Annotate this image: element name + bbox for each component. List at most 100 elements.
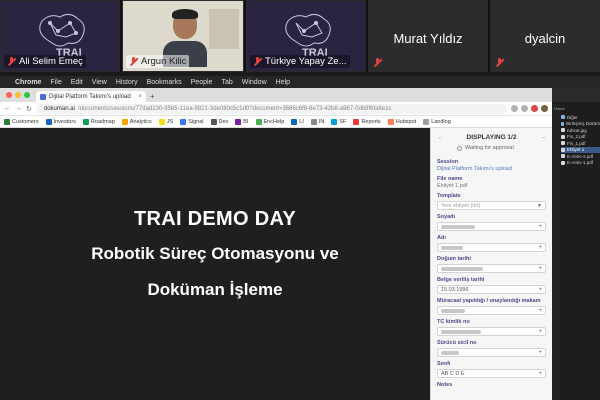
bookmark-item[interactable]: Landlog <box>423 118 451 125</box>
finder-window: Home Diğer Birleşmiş Doküm ruhsat.jpg Fis_2… <box>552 88 600 400</box>
participant-name: Ali Selim Emeç <box>19 56 83 67</box>
background-shelf <box>209 9 239 49</box>
menu-history[interactable]: History <box>116 79 138 86</box>
participant-name: dyalcin <box>524 31 566 46</box>
participant-tile[interactable]: Argun Kilic <box>122 0 244 72</box>
tab-title: Dijital Platform Takımı's upload <box>49 93 131 100</box>
presentation-slide: TRAI DEMO DAY Robotik Süreç Otomasyonu v… <box>0 128 430 400</box>
field-label: TC kimlik no <box>437 319 470 325</box>
bookmark-item[interactable]: JS <box>158 118 173 125</box>
tab-close-icon[interactable]: × <box>138 94 142 100</box>
menu-file[interactable]: File <box>50 79 61 86</box>
url-path: /documents/sessions/77dad230-95b5-11ea-9… <box>77 105 392 112</box>
bookmark-item[interactable]: Reports <box>353 118 381 125</box>
session-value[interactable]: Dijital Platform Takımı's upload <box>437 166 546 172</box>
forward-icon[interactable]: → <box>15 105 22 112</box>
bookmark-item[interactable]: Roadmap <box>82 118 115 125</box>
address-bar[interactable]: dokuman.ai/documents/sessions/77dad230-9… <box>35 103 507 114</box>
menu-app-name[interactable]: Chrome <box>15 79 41 86</box>
bookmark-item[interactable]: BI <box>235 118 249 125</box>
window-zoom-button[interactable] <box>24 92 30 98</box>
form-field: Sınıfı AB C D E + <box>431 359 552 380</box>
plus-icon[interactable]: + <box>538 350 542 356</box>
participant-tile[interactable]: dyalcin <box>490 0 600 72</box>
bookmark-item[interactable]: Dev <box>210 118 228 125</box>
participant-tile[interactable]: TRAI Ali Selim Emeç <box>0 0 120 72</box>
file-icon <box>561 160 565 165</box>
bookmark-item[interactable]: Signal <box>180 118 204 125</box>
browser-tab[interactable]: Dijital Platform Takımı's upload × <box>36 91 146 102</box>
approval-status: Waiting for approval <box>431 145 552 157</box>
field-value: AB C D E <box>441 370 465 377</box>
menu-people[interactable]: People <box>191 79 213 86</box>
field-input[interactable]: + <box>437 243 546 252</box>
participant-name: Argun Kilic <box>141 56 187 67</box>
template-select[interactable]: Yeni ehliyet (ön) ▼ <box>437 201 546 210</box>
bookmark-item[interactable]: LI <box>291 118 304 125</box>
file-icon <box>561 154 565 159</box>
window-close-button[interactable] <box>6 92 12 98</box>
menu-view[interactable]: View <box>92 79 107 86</box>
field-value: 15.03.1996 <box>441 286 469 293</box>
field-input[interactable]: + <box>437 327 546 336</box>
field-input[interactable]: + <box>437 222 546 231</box>
window-minimize-button[interactable] <box>15 92 21 98</box>
folder-icon <box>561 115 565 120</box>
bookmark-item[interactable]: Customers <box>4 118 39 125</box>
field-label: Sürücü sicil no <box>437 340 477 346</box>
form-field: Soyadı + <box>431 212 552 233</box>
field-label: Belge veriliş tarihi <box>437 277 485 283</box>
bookmark-item[interactable]: Analytics <box>121 118 152 125</box>
bookmark-item[interactable]: SF <box>331 118 346 125</box>
menu-bookmarks[interactable]: Bookmarks <box>147 79 182 86</box>
plus-icon[interactable]: + <box>538 266 542 272</box>
menu-window[interactable]: Window <box>242 79 267 86</box>
field-input[interactable]: + <box>437 348 546 357</box>
field-input[interactable]: + <box>437 306 546 315</box>
browser-toolbar: ← → ↻ dokuman.ai/documents/sessions/77da… <box>0 102 552 116</box>
participant-tile[interactable]: TRAI Türkiye Yapay Ze... <box>246 0 366 72</box>
menu-tab[interactable]: Tab <box>221 79 232 86</box>
extension-icon[interactable] <box>511 105 518 112</box>
field-input[interactable]: AB C D E + <box>437 369 546 378</box>
plus-icon[interactable]: + <box>538 371 542 377</box>
redacted-value <box>441 224 475 229</box>
bookmark-favicon-icon <box>158 118 165 125</box>
finder-file-item[interactable]: Birleşmiş Doküm <box>561 121 600 128</box>
next-document-icon[interactable]: → <box>539 134 546 141</box>
plus-icon[interactable]: + <box>538 287 542 293</box>
bookmark-item[interactable]: Hubspot <box>387 118 416 125</box>
extracted-fields: Soyadı + Adı + Doğum tarihi + Belge veriliş ta… <box>431 212 552 380</box>
file-icon <box>561 128 565 133</box>
bookmark-favicon-icon <box>331 118 338 125</box>
participant-name: Murat Yıldız <box>393 31 463 46</box>
bookmark-favicon-icon <box>121 118 128 125</box>
bookmark-item[interactable]: EncHelp <box>255 118 284 125</box>
new-tab-icon[interactable]: + <box>150 92 155 101</box>
muted-mic-icon <box>129 57 138 66</box>
muted-mic-icon <box>373 58 382 67</box>
extension-icon[interactable] <box>521 105 528 112</box>
plus-icon[interactable]: + <box>538 329 542 335</box>
profile-avatar[interactable] <box>541 105 548 112</box>
displaying-counter: DISPLAYING 1/2 <box>466 134 517 141</box>
form-field: Sürücü sicil no + <box>431 338 552 359</box>
plus-icon[interactable]: + <box>538 245 542 251</box>
finder-file-item[interactable]: E-Arsiv-1.pdf <box>561 160 600 167</box>
prev-document-icon[interactable]: ← <box>437 134 444 141</box>
document-review-panel: ← DISPLAYING 1/2 → Waiting for approval … <box>430 128 552 400</box>
field-input[interactable]: 15.03.1996 + <box>437 285 546 294</box>
bookmark-favicon-icon <box>82 118 89 125</box>
field-input[interactable]: + <box>437 264 546 273</box>
brain-logo-icon: TRAI <box>285 13 331 57</box>
back-icon[interactable]: ← <box>4 105 11 112</box>
reload-icon[interactable]: ↻ <box>26 105 32 113</box>
bookmark-item[interactable]: Investors <box>45 118 76 125</box>
plus-icon[interactable]: + <box>538 308 542 314</box>
bookmark-item[interactable]: IN <box>310 118 324 125</box>
menu-help[interactable]: Help <box>276 79 290 86</box>
extension-icon[interactable] <box>531 105 538 112</box>
participant-tile[interactable]: Murat Yıldız <box>368 0 488 72</box>
menu-edit[interactable]: Edit <box>71 79 83 86</box>
plus-icon[interactable]: + <box>538 224 542 230</box>
